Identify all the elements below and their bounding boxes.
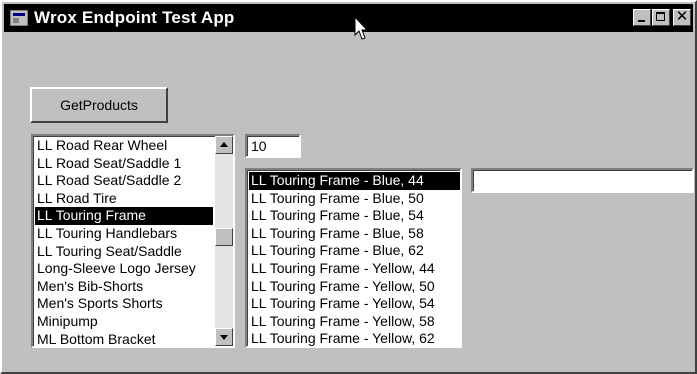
products-list-items: LL Road Rear Wheel LL Road Seat/Saddle 1L…	[35, 137, 213, 346]
variant-list-item[interactable]: LL Touring Frame - Blue, 62	[249, 242, 460, 260]
close-button[interactable]: ✕	[673, 7, 691, 26]
maximize-button[interactable]	[652, 9, 670, 26]
app-icon[interactable]	[10, 10, 28, 26]
product-list-item[interactable]: LL Road Seat/Saddle 1	[35, 155, 213, 173]
product-list-item[interactable]: LL Road Seat/Saddle 2	[35, 172, 213, 190]
scroll-up-arrow-icon[interactable]	[215, 136, 233, 154]
variant-list-item[interactable]: LL Touring Frame - Yellow, 50	[249, 278, 460, 296]
product-list-item[interactable]: Men's Sports Shorts	[35, 295, 213, 313]
count-input[interactable]: 10	[245, 134, 301, 158]
variant-list-item[interactable]: LL Touring Frame - Yellow, 58	[249, 313, 460, 331]
products-scrollbar[interactable]	[215, 136, 233, 346]
products-listbox[interactable]: LL Road Rear Wheel LL Road Seat/Saddle 1L…	[31, 134, 235, 348]
product-list-item[interactable]: Long-Sleeve Logo Jersey	[35, 260, 213, 278]
title-bar[interactable]: Wrox Endpoint Test App ✕	[4, 4, 693, 32]
scroll-down-arrow-icon[interactable]	[215, 328, 233, 346]
product-list-item[interactable]: LL Touring Handlebars	[35, 225, 213, 243]
variant-list-item[interactable]: LL Touring Frame - Blue, 58	[249, 225, 460, 243]
mouse-cursor-icon	[354, 16, 369, 40]
variant-list-item[interactable]: LL Touring Frame - Blue, 44	[249, 172, 460, 190]
variant-list-item[interactable]: LL Touring Frame - Yellow, 44	[249, 260, 460, 278]
product-list-item[interactable]: Men's Bib-Shorts	[35, 278, 213, 296]
close-icon: ✕	[675, 7, 689, 25]
get-products-button[interactable]: GetProducts	[30, 87, 168, 123]
window-title: Wrox Endpoint Test App	[34, 8, 235, 27]
count-input-value: 10	[251, 138, 267, 154]
product-list-item[interactable]: LL Touring Seat/Saddle	[35, 243, 213, 261]
scroll-thumb[interactable]	[215, 228, 233, 246]
product-list-item[interactable]: Minipump	[35, 313, 213, 331]
variants-listbox[interactable]: LL Touring Frame - Blue, 44 LL Touring Fr…	[245, 168, 462, 348]
variant-list-item[interactable]: LL Touring Frame - Yellow, 62	[249, 330, 460, 346]
product-list-item[interactable]: LL Road Tire	[35, 190, 213, 208]
product-list-item[interactable]: ML Bottom Bracket	[35, 331, 213, 346]
minimize-button[interactable]	[633, 9, 651, 26]
detail-input[interactable]	[471, 168, 694, 193]
variants-list-items: LL Touring Frame - Blue, 44 LL Touring Fr…	[249, 172, 460, 346]
variant-list-item[interactable]: LL Touring Frame - Yellow, 54	[249, 295, 460, 313]
product-list-item[interactable]: LL Touring Frame	[35, 207, 213, 225]
variant-list-item[interactable]: LL Touring Frame - Blue, 50	[249, 190, 460, 208]
app-window: Wrox Endpoint Test App ✕ GetProducts LL …	[0, 0, 697, 374]
variant-list-item[interactable]: LL Touring Frame - Blue, 54	[249, 207, 460, 225]
product-list-item[interactable]: LL Road Rear Wheel	[35, 137, 213, 155]
